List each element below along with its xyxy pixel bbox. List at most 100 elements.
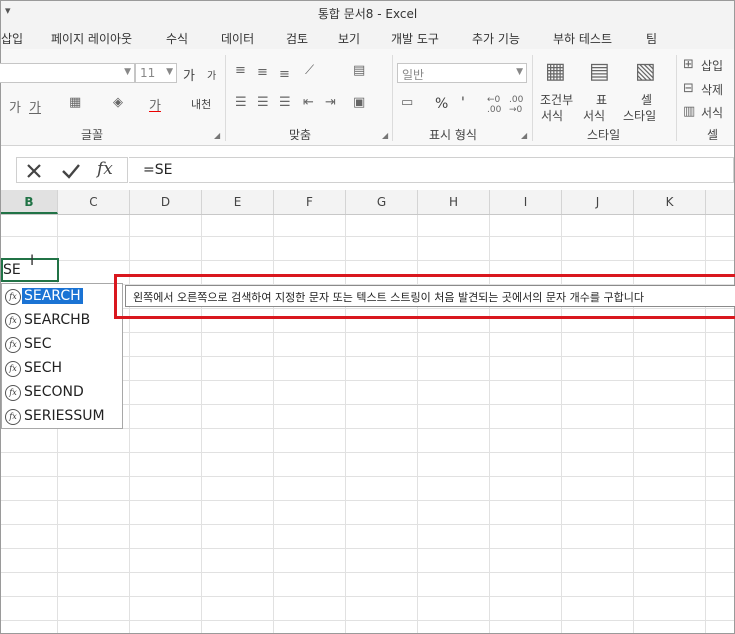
increase-indent-icon[interactable]: ⇥ — [325, 95, 336, 110]
fill-color-icon[interactable]: ◈ — [113, 95, 123, 110]
orientation-icon[interactable]: ⟋ — [305, 63, 314, 78]
column-header-g[interactable]: G — [346, 190, 418, 214]
autocomplete-item-label: SEC — [24, 336, 52, 352]
autocomplete-item-sec[interactable]: fx SEC — [2, 333, 122, 357]
column-header-h[interactable]: H — [418, 190, 490, 214]
delete-cells-label[interactable]: 삭제 — [701, 81, 723, 98]
column-header-b[interactable]: B — [1, 190, 58, 214]
autocomplete-item-label: SEARCH — [22, 288, 83, 304]
grid-line — [1, 452, 734, 453]
number-format-value: 일반 — [402, 68, 425, 82]
autocomplete-item-seriessum[interactable]: fx SERIESSUM — [2, 405, 122, 429]
wrap-text-icon[interactable]: ▤ — [353, 63, 365, 78]
format-as-table-label-1[interactable]: 표 — [596, 91, 607, 108]
format-as-table-label-2[interactable]: 서식 — [583, 107, 605, 124]
group-separator — [676, 55, 677, 141]
autocomplete-item-second[interactable]: fx SECOND — [2, 381, 122, 405]
grid-line — [1, 260, 734, 261]
group-number-label: 표시 형식 — [429, 128, 477, 142]
column-header-next[interactable] — [706, 190, 735, 214]
conditional-format-icon[interactable]: ▦ — [545, 59, 566, 84]
tab-insert[interactable]: 삽입 — [1, 30, 23, 47]
function-icon: fx — [5, 409, 21, 425]
active-cell-value: SE — [3, 262, 21, 278]
column-header-c[interactable]: C — [58, 190, 130, 214]
column-headers: B C D E F G H I J K — [1, 190, 734, 215]
group-separator — [392, 55, 393, 141]
percent-icon[interactable]: % — [435, 96, 448, 112]
underline-icon[interactable]: 가 — [29, 97, 41, 116]
tab-formulas[interactable]: 수식 — [166, 30, 188, 47]
font-size-combo[interactable]: 11 ▼ — [135, 63, 177, 83]
delete-cells-icon[interactable]: ⊟ — [683, 81, 694, 96]
column-header-d[interactable]: D — [130, 190, 202, 214]
tab-data[interactable]: 데이터 — [221, 30, 254, 47]
align-middle-icon[interactable]: ≡ — [257, 65, 268, 80]
column-header-i[interactable]: I — [490, 190, 562, 214]
grid-line — [1, 236, 734, 237]
format-as-table-icon[interactable]: ▤ — [589, 59, 610, 84]
align-launcher-icon[interactable]: ◢ — [382, 131, 388, 140]
insert-cells-icon[interactable]: ⊞ — [683, 57, 694, 72]
decrease-indent-icon[interactable]: ⇤ — [303, 95, 314, 110]
cell-styles-label-1[interactable]: 셀 — [641, 91, 652, 108]
font-color-icon[interactable]: 가 — [149, 95, 161, 114]
column-header-f[interactable]: F — [274, 190, 346, 214]
grid-line — [1, 572, 734, 573]
cell-styles-icon[interactable]: ▧ — [635, 59, 656, 84]
format-cells-label[interactable]: 서식 — [701, 104, 723, 121]
window-title: 통합 문서8 - Excel — [317, 7, 418, 21]
conditional-format-label-2[interactable]: 서식 — [541, 107, 563, 124]
shrink-font-icon[interactable]: 가 — [207, 67, 216, 82]
grid-line — [1, 500, 734, 501]
tab-add-ins[interactable]: 추가 기능 — [472, 30, 520, 47]
merge-center-icon[interactable]: ▣ — [353, 95, 365, 110]
conditional-format-label-1[interactable]: 조건부 — [540, 91, 573, 108]
number-launcher-icon[interactable]: ◢ — [521, 131, 527, 140]
title-bar: ▾ 통합 문서8 - Excel — [1, 1, 734, 25]
tab-load-test[interactable]: 부하 테스트 — [553, 30, 612, 47]
text-cursor-icon: I — [30, 253, 35, 269]
enter-check-icon[interactable] — [61, 162, 81, 180]
font-size-value: 11 — [140, 66, 156, 80]
decrease-decimal-icon[interactable]: .00 →0 — [509, 95, 523, 115]
autocomplete-item-searchb[interactable]: fx SEARCHB — [2, 309, 122, 333]
group-font-label: 글꼴 — [81, 128, 104, 142]
tab-page-layout[interactable]: 페이지 레이아웃 — [51, 30, 132, 47]
tab-developer[interactable]: 개발 도구 — [391, 30, 439, 47]
number-format-combo[interactable]: 일반 ▼ — [397, 63, 527, 83]
insert-function-icon[interactable]: fx — [97, 159, 113, 179]
column-header-k[interactable]: K — [634, 190, 706, 214]
currency-icon[interactable]: ▭ — [401, 95, 413, 110]
cell-styles-label-2[interactable]: 스타일 — [623, 107, 656, 124]
grid-line — [1, 524, 734, 525]
insert-cells-label[interactable]: 삽입 — [701, 57, 723, 74]
font-name-combo[interactable]: ▼ — [0, 63, 135, 83]
border-icon[interactable]: ▦ — [69, 95, 81, 110]
tab-review[interactable]: 검토 — [286, 30, 308, 47]
chevron-down-icon: ▼ — [124, 67, 131, 77]
column-header-e[interactable]: E — [202, 190, 274, 214]
column-header-j[interactable]: J — [562, 190, 634, 214]
function-icon: fx — [5, 289, 21, 305]
grow-font-icon[interactable]: 가 — [183, 65, 195, 84]
autocomplete-item-sech[interactable]: fx SECH — [2, 357, 122, 381]
group-separator — [532, 55, 533, 141]
phonetic-icon[interactable]: 내천 — [191, 96, 211, 112]
align-top-icon[interactable]: ≡ — [235, 63, 246, 78]
align-left-icon[interactable]: ☰ — [235, 95, 247, 110]
increase-decimal-icon[interactable]: ←0.00 — [487, 95, 501, 115]
align-center-icon[interactable]: ☰ — [257, 95, 269, 110]
tab-view[interactable]: 보기 — [338, 30, 360, 47]
formula-input[interactable]: =SE — [129, 157, 734, 183]
align-right-icon[interactable]: ☰ — [279, 95, 291, 110]
comma-icon[interactable]: ' — [461, 95, 465, 111]
italic-icon[interactable]: 가 — [9, 97, 21, 116]
cancel-icon[interactable] — [25, 162, 43, 180]
autocomplete-item-search[interactable]: fx SEARCH — [2, 285, 122, 309]
tab-team[interactable]: 팀 — [646, 30, 657, 47]
format-cells-icon[interactable]: ▥ — [683, 104, 695, 119]
ribbon-tabs: 삽입 페이지 레이아웃 수식 데이터 검토 보기 개발 도구 추가 기능 부하 … — [1, 25, 734, 49]
align-bottom-icon[interactable]: ≡ — [279, 67, 290, 82]
font-launcher-icon[interactable]: ◢ — [214, 131, 220, 140]
